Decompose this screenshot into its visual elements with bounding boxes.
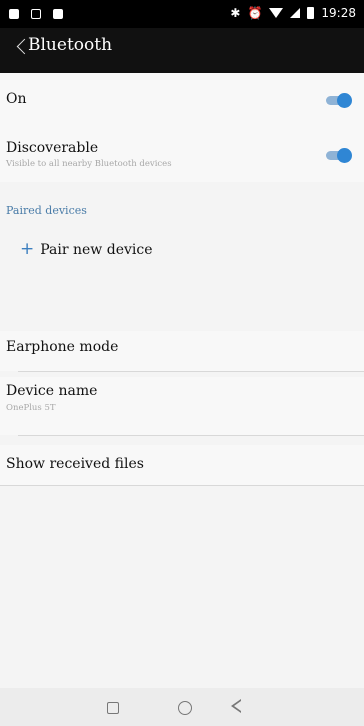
- device-name-row[interactable]: Device name OnePlus 5T: [0, 377, 364, 435]
- bluetooth-on-row[interactable]: On: [0, 73, 364, 126]
- image-icon: [53, 9, 63, 19]
- status-left-icons: [9, 9, 63, 19]
- wifi-icon: [269, 8, 284, 18]
- earphone-mode-label: Earphone mode: [6, 339, 119, 355]
- discoverable-subtitle: Visible to all nearby Bluetooth devices: [6, 159, 172, 169]
- pair-new-device-button[interactable]: + Pair new device: [20, 241, 153, 258]
- status-bar: ✱ ⏰ 19:28: [0, 0, 364, 28]
- paired-devices-section-header: Paired devices: [6, 204, 87, 217]
- status-time: 19:28: [321, 6, 356, 20]
- lock-icon: [9, 9, 19, 19]
- plus-icon: +: [20, 239, 35, 259]
- status-right-icons: ✱ ⏰ 19:28: [230, 6, 356, 20]
- device-name-value: OnePlus 5T: [6, 403, 56, 413]
- home-circle-icon[interactable]: [178, 701, 192, 715]
- show-received-files-label: Show received files: [6, 456, 144, 472]
- discoverable-row[interactable]: Discoverable Visible to all nearby Bluet…: [0, 126, 364, 182]
- signal-icon: [290, 8, 301, 18]
- divider: [0, 485, 364, 486]
- notification-icon: [31, 9, 41, 19]
- earphone-mode-row[interactable]: Earphone mode: [0, 331, 364, 371]
- alarm-icon: ⏰: [247, 6, 263, 20]
- divider: [18, 371, 364, 372]
- back-triangle-icon[interactable]: [231, 699, 241, 713]
- discoverable-label: Discoverable: [6, 140, 99, 156]
- toggle-thumb: [337, 93, 352, 108]
- toggle-thumb: [337, 148, 352, 163]
- show-received-files-row[interactable]: Show received files: [0, 445, 364, 485]
- battery-icon: [307, 7, 315, 19]
- bluetooth-icon: ✱: [230, 6, 241, 20]
- device-name-label: Device name: [6, 383, 98, 399]
- pair-new-device-label: Pair new device: [40, 241, 153, 258]
- app-header: Bluetooth: [0, 28, 364, 73]
- bluetooth-on-label: On: [6, 91, 27, 107]
- discoverable-toggle[interactable]: [326, 148, 352, 163]
- recents-square-icon[interactable]: [107, 702, 119, 714]
- page-title: Bluetooth: [28, 35, 113, 55]
- navigation-bar: [0, 688, 364, 726]
- divider: [18, 435, 364, 436]
- bluetooth-on-toggle[interactable]: [326, 93, 352, 108]
